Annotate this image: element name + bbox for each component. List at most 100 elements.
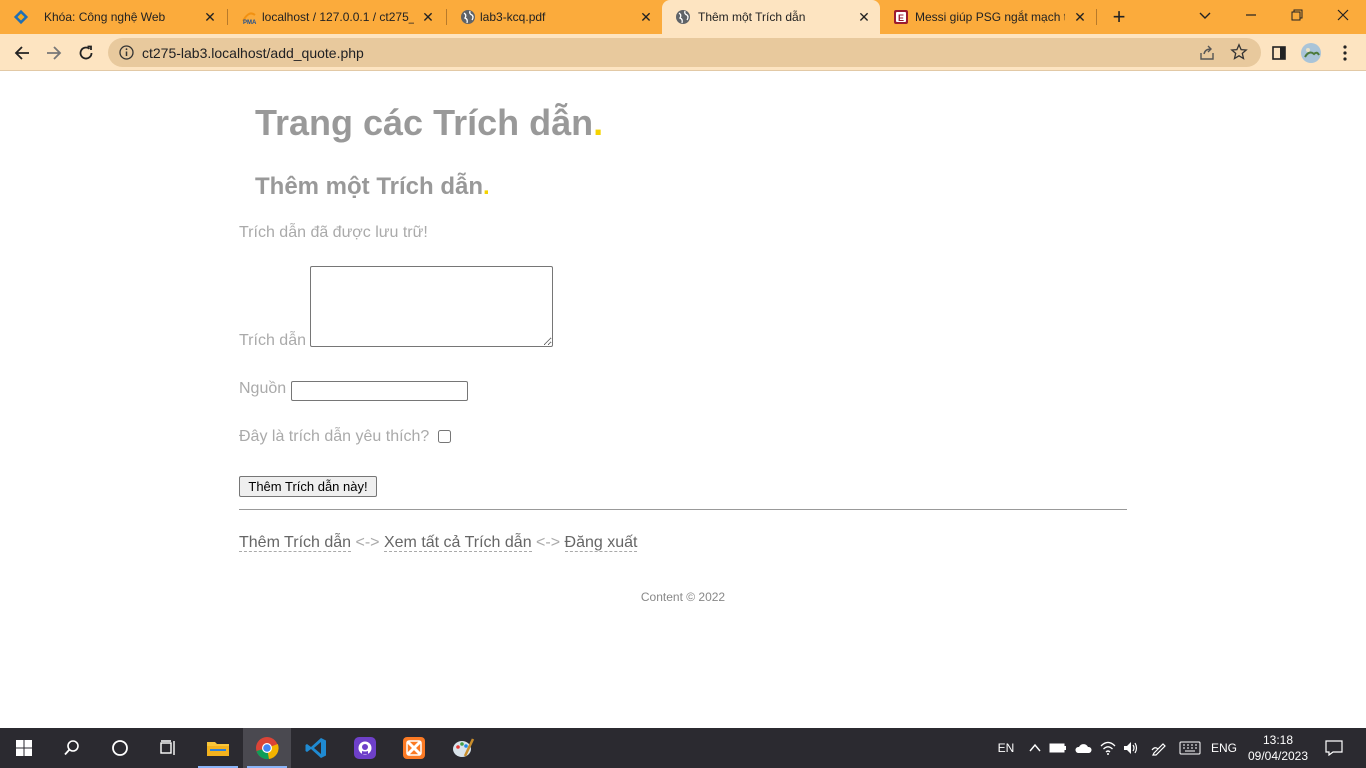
svg-text:PMA: PMA (243, 20, 257, 25)
start-button[interactable] (0, 728, 48, 768)
battery-button[interactable] (1048, 728, 1068, 768)
cortana-button[interactable] (96, 728, 144, 768)
keyboard-icon (1179, 741, 1201, 755)
task-view-icon (160, 740, 175, 755)
browser-tab[interactable]: lab3-kcq.pdf ✕ (447, 0, 662, 34)
input-language[interactable]: ENG (1208, 728, 1240, 768)
phpmyadmin-icon: PMA (241, 9, 257, 25)
bookmark-star-icon[interactable] (1230, 43, 1248, 66)
close-tab-icon[interactable]: ✕ (1072, 9, 1088, 25)
action-center-button[interactable] (1320, 728, 1348, 768)
taskbar-clock[interactable]: 13:18 09/04/2023 (1240, 732, 1316, 764)
source-label: Nguồn (239, 380, 287, 397)
search-button[interactable] (48, 728, 96, 768)
web-page: Trang các Trích dẫn. Thêm một Trích dẫn.… (0, 72, 1366, 728)
minimize-button[interactable] (1228, 0, 1274, 30)
tab-title: Messi giúp PSG ngắt mạch th (915, 10, 1065, 24)
chevron-up-icon (1029, 743, 1041, 752)
globe-icon (675, 9, 691, 25)
folder-icon (207, 742, 229, 756)
cortana-icon (112, 740, 128, 756)
close-tab-icon[interactable]: ✕ (420, 9, 436, 25)
profile-avatar[interactable] (1300, 42, 1322, 64)
paint-palette-icon (453, 738, 475, 757)
forward-button[interactable] (42, 41, 66, 65)
taskbar-file-explorer[interactable] (194, 728, 242, 768)
close-window-button[interactable] (1320, 0, 1366, 30)
avatar-icon (1301, 43, 1321, 63)
taskbar-vscode[interactable] (292, 728, 340, 768)
news-icon: E (893, 9, 909, 25)
close-tab-icon[interactable]: ✕ (202, 9, 218, 25)
onedrive-button[interactable] (1072, 728, 1094, 768)
arrow-right-icon (47, 46, 62, 60)
site-title-dot: . (593, 102, 604, 143)
taskbar-chrome[interactable] (243, 728, 291, 768)
browser-tab[interactable]: E Messi giúp PSG ngắt mạch th ✕ (880, 0, 1096, 34)
close-icon (1337, 9, 1349, 21)
source-input[interactable] (291, 381, 468, 401)
reload-button[interactable] (74, 41, 98, 65)
pen-icon (1151, 743, 1166, 756)
pen-workspace-button[interactable] (1148, 728, 1170, 768)
touch-keyboard-button[interactable] (1177, 728, 1203, 768)
browser-tab[interactable]: Khóa: Công nghệ Web ✕ (0, 0, 227, 34)
nav-separator: <-> (355, 534, 380, 551)
browser-tab-strip: Khóa: Công nghệ Web ✕ PMA localhost / 12… (0, 0, 1366, 34)
arrow-left-icon (14, 46, 29, 60)
new-tab-button[interactable]: + (1108, 6, 1130, 28)
page-heading-text: Thêm một Trích dẫn (255, 173, 484, 200)
battery-icon (1049, 743, 1066, 753)
tab-title: localhost / 127.0.0.1 / ct275_ (262, 10, 414, 24)
task-view-button[interactable] (144, 728, 192, 768)
show-hidden-icons-button[interactable] (1025, 728, 1045, 768)
tab-divider (1096, 9, 1097, 25)
status-message: Trích dẫn đã được lưu trữ! (239, 224, 428, 241)
side-panel-button[interactable] (1268, 42, 1290, 64)
side-panel-icon (1272, 46, 1286, 60)
globe-icon (460, 9, 476, 25)
page-heading: Thêm một Trích dẫn. (255, 173, 490, 201)
divider (239, 509, 1127, 510)
url-text: ct275-lab3.localhost/add_quote.php (142, 45, 364, 61)
browser-tab-active[interactable]: Thêm một Trích dẫn ✕ (662, 0, 880, 34)
wifi-icon (1100, 741, 1116, 755)
cloud-icon (1075, 744, 1092, 753)
close-tab-icon[interactable]: ✕ (638, 9, 654, 25)
moodle-icon (13, 9, 29, 25)
network-button[interactable] (1097, 728, 1119, 768)
taskbar-xampp[interactable] (390, 728, 438, 768)
add-quote-link[interactable]: Thêm Trích dẫn (239, 534, 352, 552)
address-bar[interactable]: ct275-lab3.localhost/add_quote.php (108, 38, 1261, 67)
svg-text:E: E (898, 13, 904, 23)
favorite-checkbox[interactable] (438, 430, 451, 443)
close-tab-icon[interactable]: ✕ (856, 9, 872, 25)
windows-taskbar: EN ENG 13:18 09/04/2023 (0, 728, 1366, 768)
chrome-icon (256, 737, 279, 760)
view-all-quotes-link[interactable]: Xem tất cả Trích dẫn (383, 534, 532, 552)
taskbar-paint[interactable] (439, 728, 487, 768)
site-title: Trang các Trích dẫn. (255, 102, 603, 144)
browser-menu-button[interactable] (1334, 42, 1356, 64)
notification-icon (1325, 740, 1343, 756)
favorite-label: Đây là trích dẫn yêu thích? (239, 428, 430, 445)
speaker-icon (1124, 742, 1138, 754)
tab-title: lab3-kcq.pdf (480, 10, 546, 24)
add-quote-submit-button[interactable]: Thêm Trích dẫn này! (239, 476, 377, 497)
tab-search-button[interactable] (1182, 0, 1228, 30)
back-button[interactable] (10, 41, 34, 65)
reload-icon (79, 45, 93, 60)
restore-button[interactable] (1274, 0, 1320, 30)
browser-tab[interactable]: PMA localhost / 127.0.0.1 / ct275_ ✕ (228, 0, 446, 34)
logout-link[interactable]: Đăng xuất (564, 534, 638, 552)
volume-button[interactable] (1120, 728, 1142, 768)
share-icon[interactable] (1198, 44, 1216, 67)
taskbar-github-desktop[interactable] (341, 728, 389, 768)
site-info-icon[interactable] (118, 44, 135, 61)
quote-label: Trích dẫn (239, 332, 306, 349)
page-footer: Content © 2022 (640, 590, 726, 604)
vscode-icon (305, 738, 326, 758)
language-indicator[interactable]: EN (993, 728, 1019, 768)
quote-textarea[interactable] (310, 266, 553, 347)
tab-title: Thêm một Trích dẫn (698, 10, 806, 24)
